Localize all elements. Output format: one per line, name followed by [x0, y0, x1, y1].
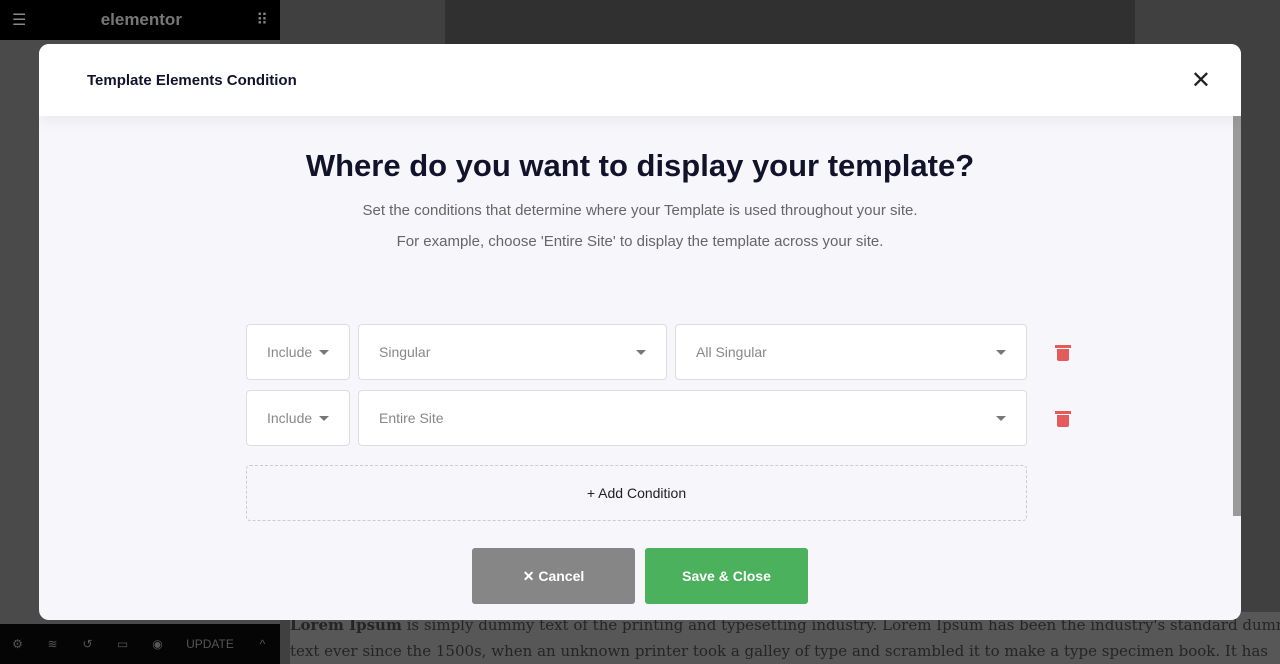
trash-icon[interactable]	[1055, 343, 1071, 361]
update-button[interactable]: UPDATE	[175, 637, 245, 651]
elementor-logo: elementor	[100, 10, 182, 29]
trash-icon[interactable]	[1055, 409, 1071, 427]
condition-row: Include Singular All Singular	[246, 324, 1071, 380]
save-close-button[interactable]: Save & Close	[645, 548, 808, 604]
chevron-down-icon	[319, 415, 329, 421]
chevron-down-icon	[996, 349, 1006, 355]
add-condition-button[interactable]: + Add Condition	[246, 465, 1027, 521]
target-select[interactable]: Singular	[358, 324, 667, 380]
modal-heading: Where do you want to display your templa…	[305, 148, 975, 183]
sub-target-select[interactable]: All Singular	[675, 324, 1027, 380]
conditions-modal: Template Elements Condition ✕ Where do y…	[39, 44, 1241, 620]
hamburger-icon[interactable]: ☰	[12, 10, 26, 30]
settings-icon[interactable]: ⚙	[0, 637, 35, 651]
layers-icon[interactable]: ≋	[35, 637, 70, 651]
preview-icon[interactable]: ◉	[140, 637, 175, 651]
cancel-button[interactable]: ✕ Cancel	[472, 548, 635, 604]
include-select[interactable]: Include	[246, 324, 350, 380]
history-icon[interactable]: ↺	[70, 637, 105, 651]
chevron-down-icon	[636, 349, 646, 355]
condition-row: Include Entire Site	[246, 390, 1071, 446]
close-icon[interactable]: ✕	[1191, 66, 1211, 95]
responsive-icon[interactable]: ▭	[105, 637, 140, 651]
scrollbar[interactable]	[1233, 116, 1241, 516]
apps-grid-icon[interactable]: ⠿	[256, 10, 268, 30]
chevron-down-icon	[319, 349, 329, 355]
modal-subtitle-example: For example, choose 'Entire Site' to dis…	[396, 233, 884, 250]
sidebar-footer: ⚙ ≋ ↺ ▭ ◉ UPDATE ^	[0, 624, 280, 664]
target-select[interactable]: Entire Site	[358, 390, 1027, 446]
sidebar-header: ☰ elementor ⠿	[0, 0, 280, 40]
modal-subtitle: Set the conditions that determine where …	[362, 202, 918, 219]
chevron-down-icon	[996, 415, 1006, 421]
include-select[interactable]: Include	[246, 390, 350, 446]
modal-title: Template Elements Condition	[87, 71, 297, 89]
chevron-up-icon[interactable]: ^	[245, 637, 280, 651]
